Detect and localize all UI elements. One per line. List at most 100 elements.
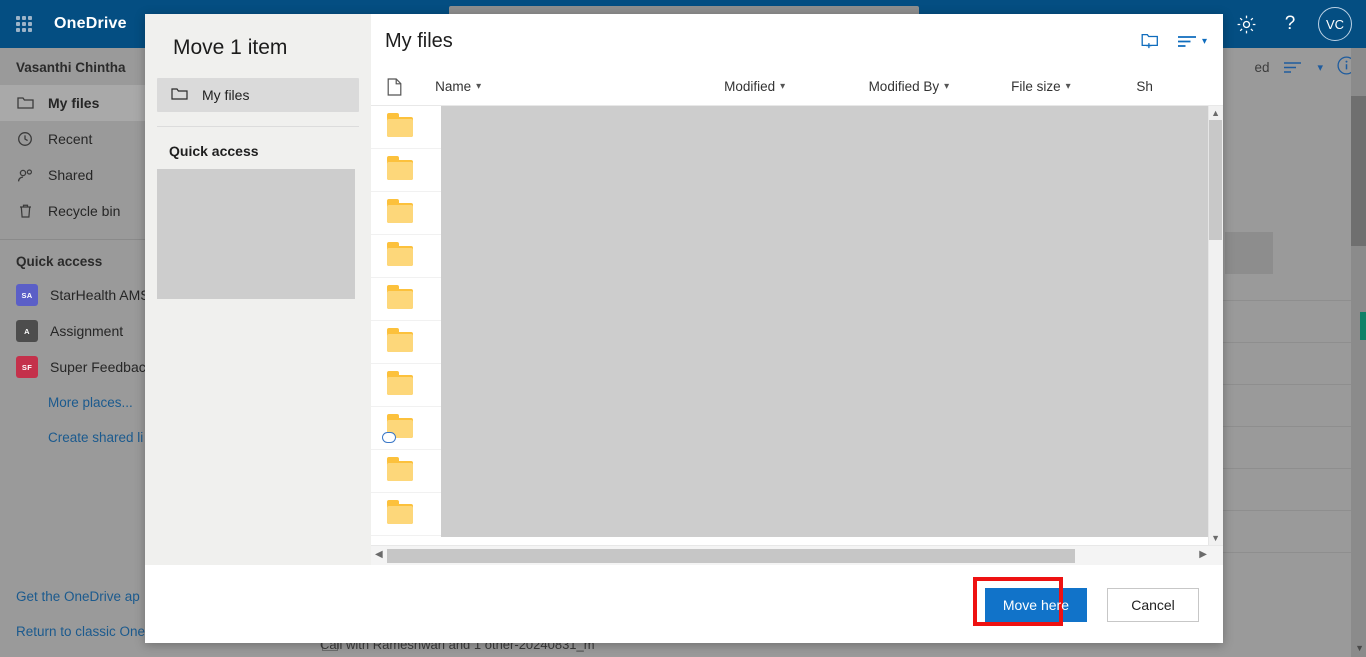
move-here-label: Move here [1002, 596, 1069, 613]
move-here-button[interactable]: Move here [984, 587, 1087, 622]
screen-root: Vasanthi Chintha My files Recent Shared … [0, 0, 1366, 657]
background-toolbar-actions: ed ▾ [1254, 56, 1356, 78]
quick-access-label: Assignment [50, 323, 124, 339]
folder-icon [387, 199, 437, 223]
table-row[interactable] [371, 149, 1208, 192]
column-header-modified[interactable]: Modified ▾ [724, 79, 868, 94]
folder-icon [387, 242, 437, 266]
dialog-quick-access-title: Quick access [169, 143, 259, 159]
new-folder-icon[interactable] [1141, 32, 1161, 50]
cancel-button[interactable]: Cancel [1107, 587, 1199, 622]
table-row[interactable] [371, 364, 1208, 407]
chevron-down-icon: ▾ [780, 81, 786, 92]
help-icon[interactable]: ? [1270, 4, 1310, 44]
folder-icon [171, 87, 188, 104]
dialog-right-panel: My files ▾ Name ▾ Modified ▾ Modified By… [371, 14, 1223, 565]
chevron-right-icon[interactable]: ▶ [1199, 549, 1207, 560]
file-list-header: Name ▾ Modified ▾ Modified By ▾ File siz… [371, 68, 1223, 106]
table-row[interactable] [371, 106, 1208, 149]
folder-shared-icon [382, 414, 437, 443]
column-header-icon [387, 77, 435, 96]
file-list-rows [371, 106, 1208, 545]
chevron-down-icon: ▾ [1201, 35, 1207, 47]
quick-access-label: Super Feedback [50, 359, 153, 375]
people-icon [16, 166, 34, 184]
column-header-sharing[interactable]: Sh [1136, 79, 1223, 94]
trash-icon [16, 202, 34, 220]
background-selected-cell [1225, 232, 1273, 274]
avatar[interactable]: VC [1318, 7, 1352, 41]
sort-icon[interactable] [1283, 61, 1303, 74]
chevron-down-icon: ▾ [1065, 81, 1071, 92]
horizontal-scrollbar-thumb[interactable] [387, 549, 1075, 563]
folder-icon [387, 156, 437, 180]
dialog-footer: Move here Cancel [145, 565, 1223, 643]
column-label: Sh [1136, 79, 1153, 94]
shared-link-badge [382, 432, 396, 443]
chevron-down-icon[interactable]: ▼ [1211, 533, 1220, 543]
brand-title[interactable]: OneDrive [48, 15, 127, 33]
table-row[interactable] [371, 278, 1208, 321]
column-header-modified-by[interactable]: Modified By ▾ [869, 79, 1012, 94]
sidebar-item-label: My files [48, 95, 100, 111]
chevron-down-icon[interactable]: ▾ [1317, 61, 1323, 74]
chevron-up-icon[interactable]: ▲ [1211, 108, 1220, 118]
column-header-name[interactable]: Name ▾ [435, 79, 724, 94]
file-list-horizontal-scrollbar[interactable]: ◀ ▶ [371, 545, 1223, 565]
quick-access-tile: SF [16, 356, 38, 378]
dialog-nav: My files [145, 78, 371, 112]
folder-icon [387, 500, 437, 524]
dialog-nav-item-my-files[interactable]: My files [157, 78, 359, 112]
column-label: Name [435, 79, 472, 94]
chevron-down-icon: ▾ [944, 81, 950, 92]
folder-icon [387, 113, 437, 137]
table-row[interactable] [371, 235, 1208, 278]
header-actions: ? VC [1226, 0, 1358, 48]
sidebar-item-label: Shared [48, 167, 94, 183]
dialog-nav-label: My files [202, 87, 250, 103]
waffle-grid [16, 16, 32, 32]
view-options-icon[interactable]: ▾ [1177, 35, 1207, 48]
dialog-content-header: My files ▾ [371, 14, 1223, 68]
folder-icon [387, 457, 437, 481]
column-label: File size [1011, 79, 1061, 94]
gear-icon[interactable] [1226, 4, 1266, 44]
dialog-left-panel: Move 1 item My files Quick access [145, 14, 371, 565]
file-list-scrollbar-track[interactable]: ▲ ▼ [1208, 106, 1223, 545]
quick-access-tile: A [16, 320, 38, 342]
column-header-file-size[interactable]: File size ▾ [1011, 79, 1136, 94]
column-label: Modified By [868, 79, 940, 94]
sidebar-item-label: Recent [48, 131, 93, 147]
page-scrollbar-thumb[interactable] [1351, 96, 1366, 246]
table-row[interactable] [371, 407, 1208, 450]
move-item-dialog: Move 1 item My files Quick access My fil… [145, 14, 1223, 643]
folder-icon [387, 285, 437, 309]
file-list-scrollbar-thumb[interactable] [1209, 120, 1222, 240]
quick-access-tile: SA [16, 284, 38, 306]
file-list-viewport: ▲ ▼ [371, 106, 1223, 545]
dialog-header-actions: ▾ [1141, 32, 1207, 50]
folder-icon [387, 371, 437, 395]
sidebar-item-label: Recycle bin [48, 203, 121, 219]
background-toolbar-label: ed [1254, 59, 1270, 75]
clock-icon [16, 130, 34, 148]
dialog-quick-access-redacted [157, 169, 355, 299]
dialog-content-title: My files [385, 29, 453, 52]
app-launcher-icon[interactable] [0, 0, 48, 48]
dialog-title: Move 1 item [173, 36, 288, 59]
table-row[interactable] [371, 450, 1208, 493]
chevron-down-icon: ▾ [476, 81, 482, 92]
column-label: Modified [724, 79, 776, 94]
dialog-body: Move 1 item My files Quick access My fil… [145, 14, 1223, 565]
folder-icon [387, 328, 437, 352]
quick-access-label: StarHealth AMS [50, 287, 150, 303]
table-row[interactable] [371, 321, 1208, 364]
table-row[interactable] [371, 493, 1208, 536]
chevron-left-icon[interactable]: ◀ [375, 549, 383, 560]
chevron-down-icon[interactable]: ▼ [1355, 643, 1364, 653]
page-activity-indicator [1360, 312, 1366, 340]
move-here-button-wrapper: Move here [972, 576, 1087, 626]
page-scrollbar-track[interactable]: ▼ [1351, 48, 1366, 657]
table-row[interactable] [371, 192, 1208, 235]
folder-icon [16, 94, 34, 112]
